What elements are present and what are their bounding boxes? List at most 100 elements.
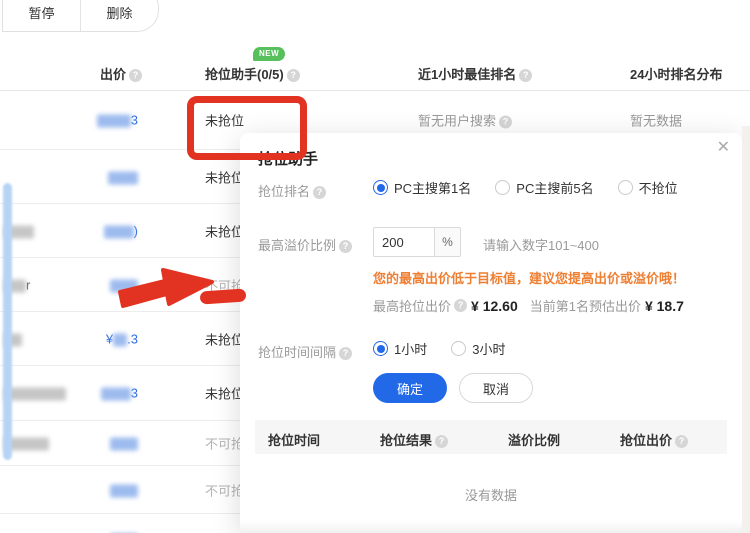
history-column-1: 抢位结果? — [380, 430, 448, 449]
column-bid-label: 出价 — [100, 67, 126, 82]
rank-option-2[interactable]: 不抢位 — [618, 178, 678, 197]
scroll-indicator[interactable] — [3, 183, 12, 460]
history-column-3: 抢位出价? — [620, 430, 688, 449]
bid-suffix: 3 — [131, 112, 138, 127]
help-icon[interactable]: ? — [519, 69, 532, 82]
interval-option-0[interactable]: 1小时 — [373, 339, 427, 358]
history-column-2: 溢价比例 — [508, 430, 560, 449]
history-column-label: 溢价比例 — [508, 433, 560, 448]
column-rank-dist-label: 24小时排名分布 — [630, 67, 722, 82]
page: 暂停 删除 出价? NEW 抢位助手(0/5)? 近1小时最佳排名? 24小时排… — [0, 0, 750, 533]
help-icon[interactable]: ? — [339, 240, 352, 253]
grab-status: 不可抢 — [205, 480, 244, 499]
column-assistant: NEW 抢位助手(0/5)? — [205, 64, 300, 83]
max-bid-value: ¥ 12.60 — [471, 298, 518, 314]
bid-suffix: ) — [134, 223, 138, 238]
help-icon[interactable]: ? — [675, 435, 688, 448]
empty-state-text: 没有数据 — [240, 485, 742, 504]
annotation-red-arrow — [118, 256, 250, 312]
redacted-bid — [110, 484, 138, 497]
history-column-label: 抢位时间 — [268, 433, 320, 448]
annotation-red-box — [187, 96, 307, 160]
close-icon[interactable]: ✕ — [717, 140, 730, 156]
history-column-0: 抢位时间 — [268, 430, 320, 449]
bid-warning-text: 您的最高出价低于目标值，建议您提高出价或溢价哦！ — [373, 268, 685, 287]
confirm-button[interactable]: 确定 — [373, 373, 447, 403]
bid-prefix: ¥ — [106, 331, 113, 346]
column-rank-dist: 24小时排名分布 — [630, 64, 722, 83]
bid-cell: 3 — [55, 112, 138, 127]
help-icon[interactable]: ? — [454, 299, 467, 312]
pause-button[interactable]: 暂停 — [3, 3, 80, 31]
radio-label: 1小时 — [394, 339, 427, 358]
bid-cell — [55, 435, 138, 450]
grab-status: 不可抢 — [205, 434, 244, 453]
interval-field-label: 抢位时间间隔? — [258, 342, 352, 361]
rank-option-0[interactable]: PC主搜第1名 — [373, 178, 471, 197]
history-column-label: 抢位出价 — [620, 433, 672, 448]
interval-radio-group: 1小时 3小时 — [373, 339, 505, 358]
rank-field-label: 抢位排名? — [258, 181, 326, 200]
help-icon[interactable]: ? — [129, 69, 142, 82]
grab-status: 未抢位 — [205, 384, 244, 403]
bid-cell — [55, 482, 138, 497]
rank-field-label-text: 抢位排名 — [258, 184, 310, 199]
best-rank-text: 暂无用户搜索 — [418, 114, 496, 129]
rank-dist-cell: 暂无数据 — [630, 111, 682, 130]
radio-label: PC主搜第1名 — [394, 178, 471, 197]
redacted-bid — [97, 115, 131, 128]
help-icon[interactable]: ? — [499, 116, 512, 129]
radio-label: 3小时 — [472, 339, 505, 358]
max-bid-label: 最高抢位出价 — [373, 296, 451, 315]
bid-suffix: .3 — [127, 331, 138, 346]
column-assistant-label: 抢位助手(0/5) — [205, 67, 284, 82]
radio-icon — [451, 341, 466, 356]
toolbar: 暂停 删除 — [2, 0, 159, 32]
help-icon[interactable]: ? — [287, 69, 300, 82]
delete-button[interactable]: 删除 — [81, 3, 158, 31]
redacted-bid — [113, 333, 127, 346]
current-rank-value: ¥ 18.7 — [645, 298, 684, 314]
cancel-button[interactable]: 取消 — [459, 373, 533, 403]
premium-field-label-text: 最高溢价比例 — [258, 238, 336, 253]
premium-field-label: 最高溢价比例? — [258, 235, 352, 254]
interval-option-1[interactable]: 3小时 — [451, 339, 505, 358]
bid-cell: ) — [55, 223, 138, 238]
grab-status: 未抢位 — [205, 167, 244, 186]
redacted-bid — [110, 438, 138, 451]
interval-field-label-text: 抢位时间间隔 — [258, 345, 336, 360]
column-best-rank: 近1小时最佳排名? — [418, 64, 532, 83]
premium-hint: 请输入数字101~400 — [483, 235, 599, 254]
page-background-strip — [742, 126, 750, 533]
rank-radio-group: PC主搜第1名 PC主搜前5名 不抢位 — [373, 178, 678, 197]
percent-addon: % — [435, 227, 461, 257]
table-header: 出价? NEW 抢位助手(0/5)? 近1小时最佳排名? 24小时排名分布 — [0, 40, 750, 91]
grab-status: 未抢位 — [205, 329, 244, 348]
radio-icon — [618, 180, 633, 195]
help-icon[interactable]: ? — [313, 186, 326, 199]
radio-icon — [495, 180, 510, 195]
history-table-header: 抢位时间 抢位结果? 溢价比例 抢位出价? — [255, 420, 727, 454]
column-best-rank-label: 近1小时最佳排名 — [418, 67, 516, 82]
grab-status: 未抢位 — [205, 221, 244, 240]
dialog-footer — [240, 521, 742, 533]
keyword-text: r — [26, 277, 30, 292]
help-icon[interactable]: ? — [435, 435, 448, 448]
bid-cell: 3 — [55, 385, 138, 400]
price-info: 最高抢位出价? ¥ 12.60 当前第1名预估出价 ¥ 18.7 — [373, 296, 684, 315]
radio-label: 不抢位 — [639, 178, 678, 197]
premium-input[interactable] — [373, 227, 435, 257]
redacted-bid — [101, 388, 131, 401]
new-badge: NEW — [253, 47, 285, 61]
column-bid: 出价? — [100, 64, 142, 83]
premium-input-group: % — [373, 227, 461, 257]
grab-assistant-dialog: 抢位助手 ✕ 抢位排名? PC主搜第1名PC主搜前5名不抢位 最高溢价比例? %… — [240, 133, 742, 533]
history-column-label: 抢位结果 — [380, 433, 432, 448]
bid-cell: ¥ .3 — [55, 331, 138, 346]
redacted-bid — [108, 171, 138, 184]
help-icon[interactable]: ? — [339, 347, 352, 360]
current-rank-label: 当前第1名预估出价 — [530, 296, 641, 315]
redacted-bid — [104, 225, 134, 238]
rank-option-1[interactable]: PC主搜前5名 — [495, 178, 593, 197]
radio-icon — [373, 180, 388, 195]
